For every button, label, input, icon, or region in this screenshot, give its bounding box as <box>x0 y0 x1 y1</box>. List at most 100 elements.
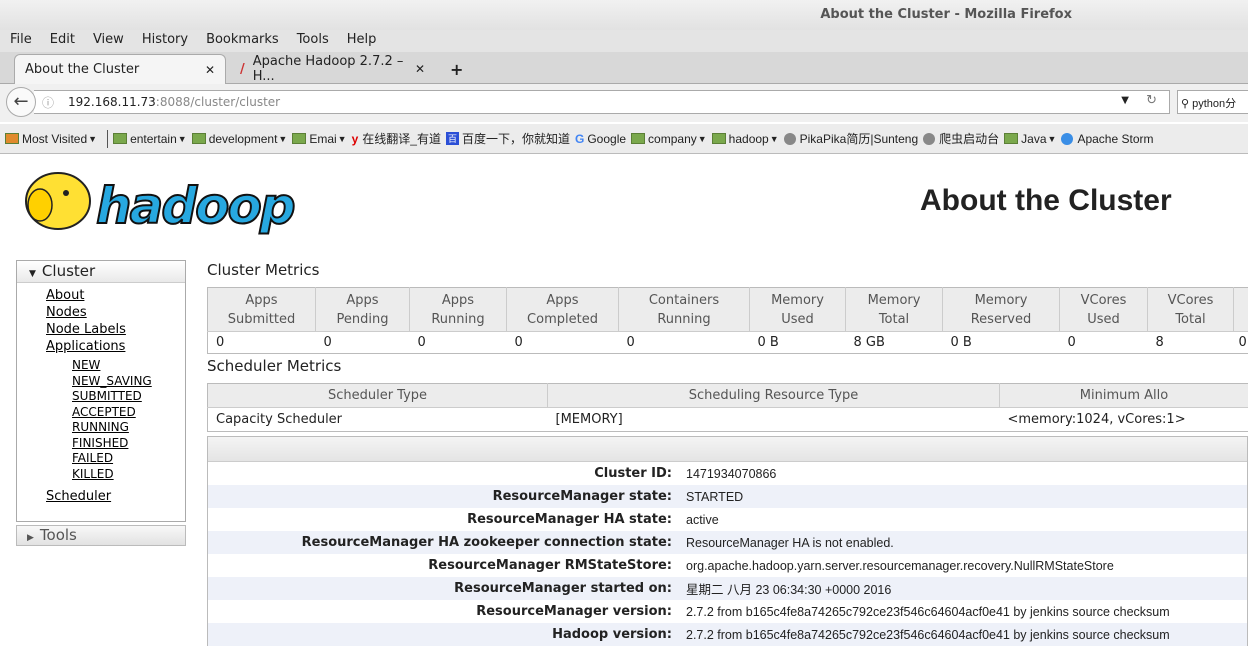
bookmark-development[interactable]: development ▼ <box>191 132 287 146</box>
bookmark-baidu[interactable]: 百百度一下，你就知道 <box>445 130 570 147</box>
sidebar-link-applications[interactable]: Applications <box>46 338 185 355</box>
bookmark-java[interactable]: Java ▼ <box>1004 132 1056 146</box>
metric-header-line: Memory <box>974 292 1028 308</box>
metric-header-line: Pending <box>336 311 389 327</box>
bookmarks-toolbar: Most Visited ▼ entertain ▼ development ▼ Em… <box>0 124 1248 154</box>
sidebar-link-about[interactable]: About <box>46 287 185 304</box>
menu-tools[interactable]: Tools <box>287 30 337 52</box>
info-icon[interactable]: ⓘ <box>42 94 54 111</box>
info-value: 2.7.2 from b165c4fe8a74265c792ce23f546c6… <box>686 604 1170 619</box>
metric-value: 0 <box>514 335 523 350</box>
metric-header: Containers Running <box>618 287 750 332</box>
menu-bar: File Edit View History Bookmarks Tools H… <box>0 30 1248 52</box>
feather-icon: / <box>240 61 245 77</box>
cluster-metrics-title: Cluster Metrics <box>207 261 320 279</box>
search-icon: ⚲ <box>1181 98 1190 110</box>
bookmark-most-visited[interactable]: Most Visited ▼ <box>5 132 97 146</box>
storm-icon <box>1061 132 1074 145</box>
sidebar-cluster-header[interactable]: ▼ Cluster <box>17 261 185 283</box>
new-tab-button[interactable]: + <box>440 54 473 84</box>
app-state-new-saving[interactable]: NEW_SAVING <box>72 374 185 390</box>
app-state-accepted[interactable]: ACCEPTED <box>72 405 185 421</box>
bookmark-youdao[interactable]: y 在线翻译_有道 <box>352 130 441 147</box>
metric-header: VCores Total <box>1147 287 1234 332</box>
url-bar[interactable]: ⓘ 192.168.11.73:8088/cluster/cluster ▼ ↻ <box>34 90 1170 114</box>
app-state-new[interactable]: NEW <box>72 358 185 374</box>
info-row: ResourceManager state: STARTED <box>208 485 1247 508</box>
reload-icon[interactable]: ↻ <box>1146 93 1157 108</box>
bookmark-apache-storm[interactable]: Apache Storm <box>1061 132 1154 146</box>
metric-header: VCores Used <box>1059 287 1148 332</box>
minimum-allocation-value: <memory:1024, vCores:1> <box>1007 412 1186 427</box>
info-value: 星期二 八月 23 06:34:30 +0000 2016 <box>686 583 892 597</box>
info-value: 2.7.2 from b165c4fe8a74265c792ce23f546c6… <box>686 627 1170 642</box>
info-label: ResourceManager state: <box>492 489 672 504</box>
metric-header-line: Total <box>1175 311 1206 327</box>
metric-header: Apps Submitted <box>207 287 316 332</box>
app-state-finished[interactable]: FINISHED <box>72 436 185 452</box>
back-button[interactable]: ← <box>6 87 36 117</box>
metric-header-line: VCores <box>1167 292 1214 308</box>
info-row: Cluster ID: 1471934070866 <box>208 462 1247 485</box>
menu-bookmarks[interactable]: Bookmarks <box>196 30 287 52</box>
menu-history[interactable]: History <box>132 30 196 52</box>
metric-header-line: Completed <box>527 311 598 327</box>
metric-header-line: Used <box>781 311 814 327</box>
bookmark-hadoop[interactable]: hadoop ▼ <box>711 132 779 146</box>
bookmark-pikapika[interactable]: PikaPika简历|Sunteng <box>783 130 918 147</box>
search-input[interactable]: ⚲ python分 <box>1177 90 1248 114</box>
bookmark-emai[interactable]: Emai ▼ <box>292 132 347 146</box>
youdao-icon: y <box>351 131 359 146</box>
title-bar: About the Cluster - Mozilla Firefox <box>0 0 1248 30</box>
close-tab-icon[interactable]: ✕ <box>205 63 215 77</box>
info-value: STARTED <box>686 489 744 504</box>
sidebar-tools-header[interactable]: ▶ Tools <box>16 525 186 546</box>
metric-value: 0 B <box>757 335 779 350</box>
app-state-running[interactable]: RUNNING <box>72 420 185 436</box>
bookmark-google[interactable]: G Google <box>575 132 626 146</box>
app-state-killed[interactable]: KILLED <box>72 467 185 483</box>
info-table-header <box>208 437 1247 462</box>
bookmark-company[interactable]: company ▼ <box>631 132 707 146</box>
menu-edit[interactable]: Edit <box>40 30 83 52</box>
tab-label: About the Cluster <box>25 62 140 77</box>
app-state-failed[interactable]: FAILED <box>72 451 185 467</box>
close-tab-icon[interactable]: ✕ <box>415 62 425 76</box>
window-title: About the Cluster - Mozilla Firefox <box>820 7 1072 22</box>
folder-icon <box>292 133 307 144</box>
sidebar-link-node-labels[interactable]: Node Labels <box>46 321 185 338</box>
dropdown-icon[interactable]: ▼ <box>1121 95 1129 106</box>
info-value: org.apache.hadoop.yarn.server.resourcema… <box>686 558 1114 573</box>
info-label: ResourceManager started on: <box>454 581 672 596</box>
sidebar-link-nodes[interactable]: Nodes <box>46 304 185 321</box>
tab-about-cluster[interactable]: About the Cluster ✕ <box>14 54 226 84</box>
cluster-info-table: Cluster ID: 1471934070866 ResourceManager … <box>207 436 1248 646</box>
info-row: ResourceManager RMStateStore: org.apache.… <box>208 554 1247 577</box>
metric-header-line: Apps <box>441 292 475 308</box>
col-scheduler-type: Scheduler Type <box>207 383 548 408</box>
info-row: ResourceManager version: 2.7.2 from b165c… <box>208 600 1247 623</box>
tab-bar: About the Cluster ✕ / Apache Hadoop 2.7.2 … <box>0 52 1248 84</box>
metric-header-line: Running <box>657 311 711 327</box>
menu-help[interactable]: Help <box>337 30 385 52</box>
metric-header: Memory Total <box>845 287 943 332</box>
metric-header-line: Memory <box>867 292 921 308</box>
metric-header-line: Running <box>431 311 485 327</box>
metric-header-line: Total <box>878 311 910 327</box>
info-label: ResourceManager HA state: <box>467 512 672 527</box>
tab-apache-hadoop[interactable]: / Apache Hadoop 2.7.2 – H... ✕ <box>230 54 435 84</box>
menu-view[interactable]: View <box>83 30 132 52</box>
metric-value: 8 GB <box>853 335 885 350</box>
hadoop-logo: hadoop <box>18 165 318 237</box>
scheduling-resource-type-value: [MEMORY] <box>555 412 623 427</box>
sidebar-link-scheduler[interactable]: Scheduler <box>46 488 185 505</box>
scheduler-type-value: Capacity Scheduler <box>216 412 343 427</box>
app-state-submitted[interactable]: SUBMITTED <box>72 389 185 405</box>
bookmark-entertain[interactable]: entertain ▼ <box>113 132 187 146</box>
metric-value: 0 <box>1238 335 1247 350</box>
bookmark-crawler[interactable]: 爬虫启动台 <box>923 130 999 147</box>
info-value: 1471934070866 <box>686 466 777 481</box>
menu-file[interactable]: File <box>0 30 40 52</box>
info-row: ResourceManager HA state: active <box>208 508 1247 531</box>
info-label: ResourceManager version: <box>476 604 672 619</box>
